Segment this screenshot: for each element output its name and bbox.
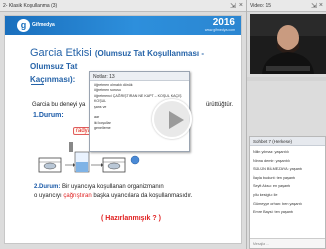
slides-panel-titlebar: 2- Klasik Koşullanma (3) ⇲ × xyxy=(0,0,246,12)
durum2-highlight: çağrıştıran xyxy=(63,192,92,199)
webcam-video[interactable] xyxy=(250,14,326,74)
brand-name: Gifmedya xyxy=(32,22,55,28)
title-main: Garcia Etkisi xyxy=(30,47,92,59)
chat-message: yllu kesiglu: ile xyxy=(253,192,278,197)
notes-title: Notlar: 13 xyxy=(90,72,189,81)
expand-icon[interactable]: ⇲ xyxy=(230,2,236,10)
durum2-label: 2.Durum: xyxy=(34,184,61,190)
video-panel-titlebar: Video: 15 ⇲ × xyxy=(247,0,326,12)
play-button[interactable] xyxy=(152,99,192,139)
chat-message: İlayla budunt: ten yaşantı xyxy=(253,175,296,180)
body-text-b: ürüttüğtür. xyxy=(205,102,233,108)
site-url: www.gifmedya.com xyxy=(204,28,235,32)
expand-icon[interactable]: ⇲ xyxy=(311,2,317,10)
rat-icon xyxy=(43,162,57,170)
chat-message: Seyit Aksu: en yaşantı xyxy=(253,184,291,189)
video-panel-title: Video: 15 xyxy=(250,2,272,9)
close-icon[interactable]: × xyxy=(239,2,243,9)
brand-logo-icon: g xyxy=(17,19,30,32)
slide-banner: g Gifmedya 2016 www.gifmedya.com xyxy=(5,16,241,35)
close-icon[interactable]: × xyxy=(319,2,323,9)
chat-messages: Nilin yılmaz: yaşantılı Ninna demir: yaş… xyxy=(250,146,325,219)
title-sub-b: Kaçınması): xyxy=(30,75,76,84)
video-panel: Video: 15 ⇲ × Sohbet 7 (Herkese) Nilin y… xyxy=(246,0,326,249)
slides-panel-title: 2- Klasik Koşullanma (3) xyxy=(3,2,58,9)
durum1-label: 1.Durum: xyxy=(33,112,64,119)
slides-panel: 2- Klasik Koşullanma (3) ⇲ × g Gifmedya … xyxy=(0,0,246,249)
durum2-text-c: başka uyarıcılara da koşullanmasıdır. xyxy=(93,192,193,199)
chat-message: SÜLÜN BİLMEZAYA: yaşantı xyxy=(253,167,303,172)
durum2-paragraph: 2.Durum: Bir uyarıcıya koşullanan organi… xyxy=(34,183,214,200)
blue-drop-icon xyxy=(130,155,140,165)
presenter-figure xyxy=(250,14,326,74)
chat-title: Sohbet 7 (Herkese) xyxy=(250,137,325,146)
rat-icon xyxy=(107,162,121,170)
chat-message: Gümeyye orhan: ben yaşantı xyxy=(253,201,302,206)
chat-input[interactable]: Mesajla ... xyxy=(250,238,325,248)
chat-message: Nilin yılmaz: yaşantılı xyxy=(253,150,289,154)
year-label: 2016 xyxy=(212,17,235,28)
durum2-text-b: o uyarıcıyı xyxy=(34,192,62,199)
video-separator xyxy=(247,77,326,81)
chat-message: Emre Baysi: ten yaşantı xyxy=(253,210,294,215)
title-underline xyxy=(31,84,44,85)
chat-message: Ninna demir: yaşantılı xyxy=(253,158,290,163)
body-text-a: Garcia bu deneyi ya xyxy=(32,102,86,108)
radiation-source-icon xyxy=(69,142,73,152)
prepared-label: ( Hazırlanmışık ? ) xyxy=(101,215,161,222)
durum2-text-a: Bir uyarıcıya koşullanan organizmanın xyxy=(62,184,164,190)
chat-panel: Sohbet 7 (Herkese) Nilin yılmaz: yaşantı… xyxy=(249,136,326,249)
